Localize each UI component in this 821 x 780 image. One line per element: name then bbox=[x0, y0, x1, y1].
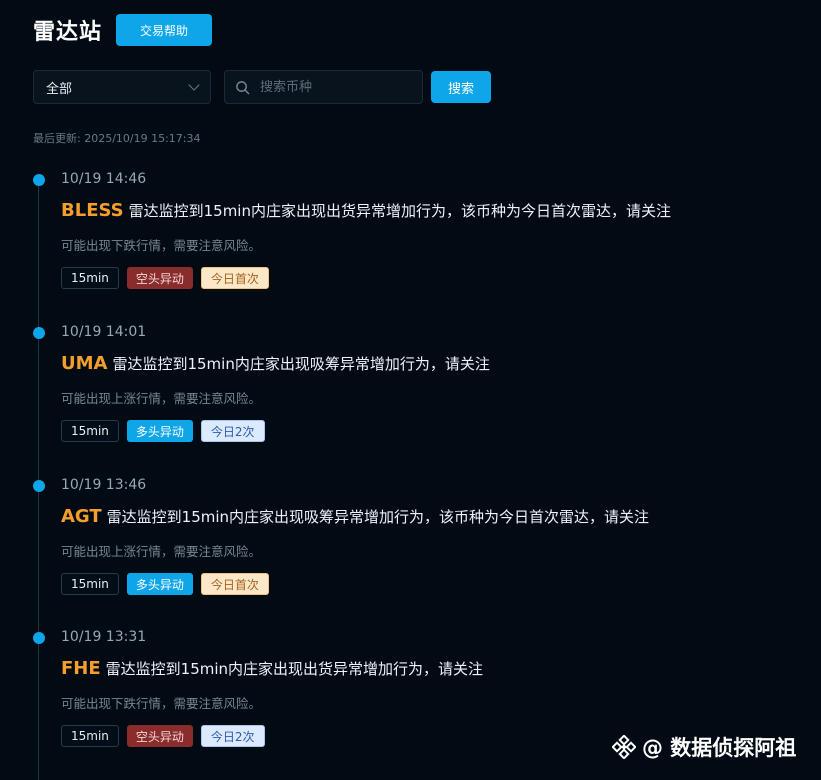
entry-time: 10/19 13:46 bbox=[61, 477, 147, 493]
diamond-logo-icon bbox=[612, 735, 636, 759]
category-select-value: 全部 bbox=[46, 81, 73, 97]
entry-message: 雷达监控到15min内庄家出现吸筹异常增加行为，请关注 bbox=[112, 355, 490, 373]
entry-headline: UMA 雷达监控到15min内庄家出现吸筹异常增加行为，请关注 bbox=[61, 353, 490, 374]
short-signal-tag: 空头异动 bbox=[126, 267, 193, 289]
entry-time: 10/19 13:31 bbox=[61, 629, 147, 645]
category-select[interactable]: 全部 bbox=[33, 70, 211, 104]
timeline-dot bbox=[33, 327, 45, 339]
entry-message: 雷达监控到15min内庄家出现出货异常增加行为，该币种为今日首次雷达，请关注 bbox=[128, 202, 671, 220]
frequency-tag: 今日首次 bbox=[200, 267, 269, 289]
search-input[interactable] bbox=[258, 78, 412, 96]
timeframe-tag: 15min bbox=[61, 267, 119, 289]
timeframe-tag: 15min bbox=[61, 725, 119, 747]
entry-headline: AGT 雷达监控到15min内庄家出现吸筹异常增加行为，该币种为今日首次雷达，请… bbox=[61, 506, 649, 527]
entry-tags: 15min 空头异动 今日2次 bbox=[61, 725, 273, 747]
timeline-dot bbox=[33, 632, 45, 644]
coin-symbol[interactable]: BLESS bbox=[61, 200, 124, 221]
entry-time: 10/19 14:46 bbox=[61, 171, 147, 187]
entry-note: 可能出现上涨行情，需要注意风险。 bbox=[61, 544, 262, 559]
trading-help-button[interactable]: 交易帮助 bbox=[116, 14, 213, 46]
chevron-down-icon bbox=[188, 79, 200, 91]
last-updated: 最后更新: 2025/10/19 15:17:34 bbox=[33, 132, 201, 145]
search-icon bbox=[236, 80, 250, 94]
filter-bar: 全部 搜索 bbox=[33, 70, 491, 104]
watermark: @ 数据侦探阿祖 bbox=[612, 732, 796, 762]
entry-headline: FHE 雷达监控到15min内庄家出现出货异常增加行为，请关注 bbox=[61, 658, 483, 679]
entry-note: 可能出现上涨行情，需要注意风险。 bbox=[61, 391, 262, 406]
entry-headline: BLESS 雷达监控到15min内庄家出现出货异常增加行为，该币种为今日首次雷达… bbox=[61, 200, 671, 221]
coin-symbol[interactable]: FHE bbox=[61, 658, 101, 679]
entry-message: 雷达监控到15min内庄家出现吸筹异常增加行为，该币种为今日首次雷达，请关注 bbox=[106, 508, 650, 526]
entry-tags: 15min 多头异动 今日2次 bbox=[61, 420, 273, 442]
coin-symbol[interactable]: AGT bbox=[61, 506, 102, 527]
frequency-tag: 今日2次 bbox=[200, 725, 265, 747]
header: 雷达站 交易帮助 bbox=[33, 14, 213, 46]
entry-message: 雷达监控到15min内庄家出现出货异常增加行为，请关注 bbox=[105, 660, 484, 678]
frequency-tag: 今日2次 bbox=[200, 420, 265, 442]
watermark-text: @ 数据侦探阿祖 bbox=[642, 736, 797, 760]
timeline-dot bbox=[33, 174, 45, 186]
entry-note: 可能出现下跌行情，需要注意风险。 bbox=[61, 696, 262, 711]
timeline-dot bbox=[33, 480, 45, 492]
entry-tags: 15min 多头异动 今日首次 bbox=[61, 573, 277, 595]
entry-tags: 15min 空头异动 今日首次 bbox=[61, 267, 277, 289]
search-box[interactable] bbox=[224, 70, 423, 104]
long-signal-tag: 多头异动 bbox=[126, 420, 193, 442]
search-button[interactable]: 搜索 bbox=[431, 71, 491, 103]
entry-note: 可能出现下跌行情，需要注意风险。 bbox=[61, 238, 262, 253]
entry-time: 10/19 14:01 bbox=[61, 324, 147, 340]
timeframe-tag: 15min bbox=[61, 573, 119, 595]
short-signal-tag: 空头异动 bbox=[126, 725, 193, 747]
long-signal-tag: 多头异动 bbox=[126, 573, 193, 595]
page-title: 雷达站 bbox=[33, 20, 103, 45]
timeframe-tag: 15min bbox=[61, 420, 119, 442]
frequency-tag: 今日首次 bbox=[200, 573, 269, 595]
coin-symbol[interactable]: UMA bbox=[61, 353, 107, 374]
